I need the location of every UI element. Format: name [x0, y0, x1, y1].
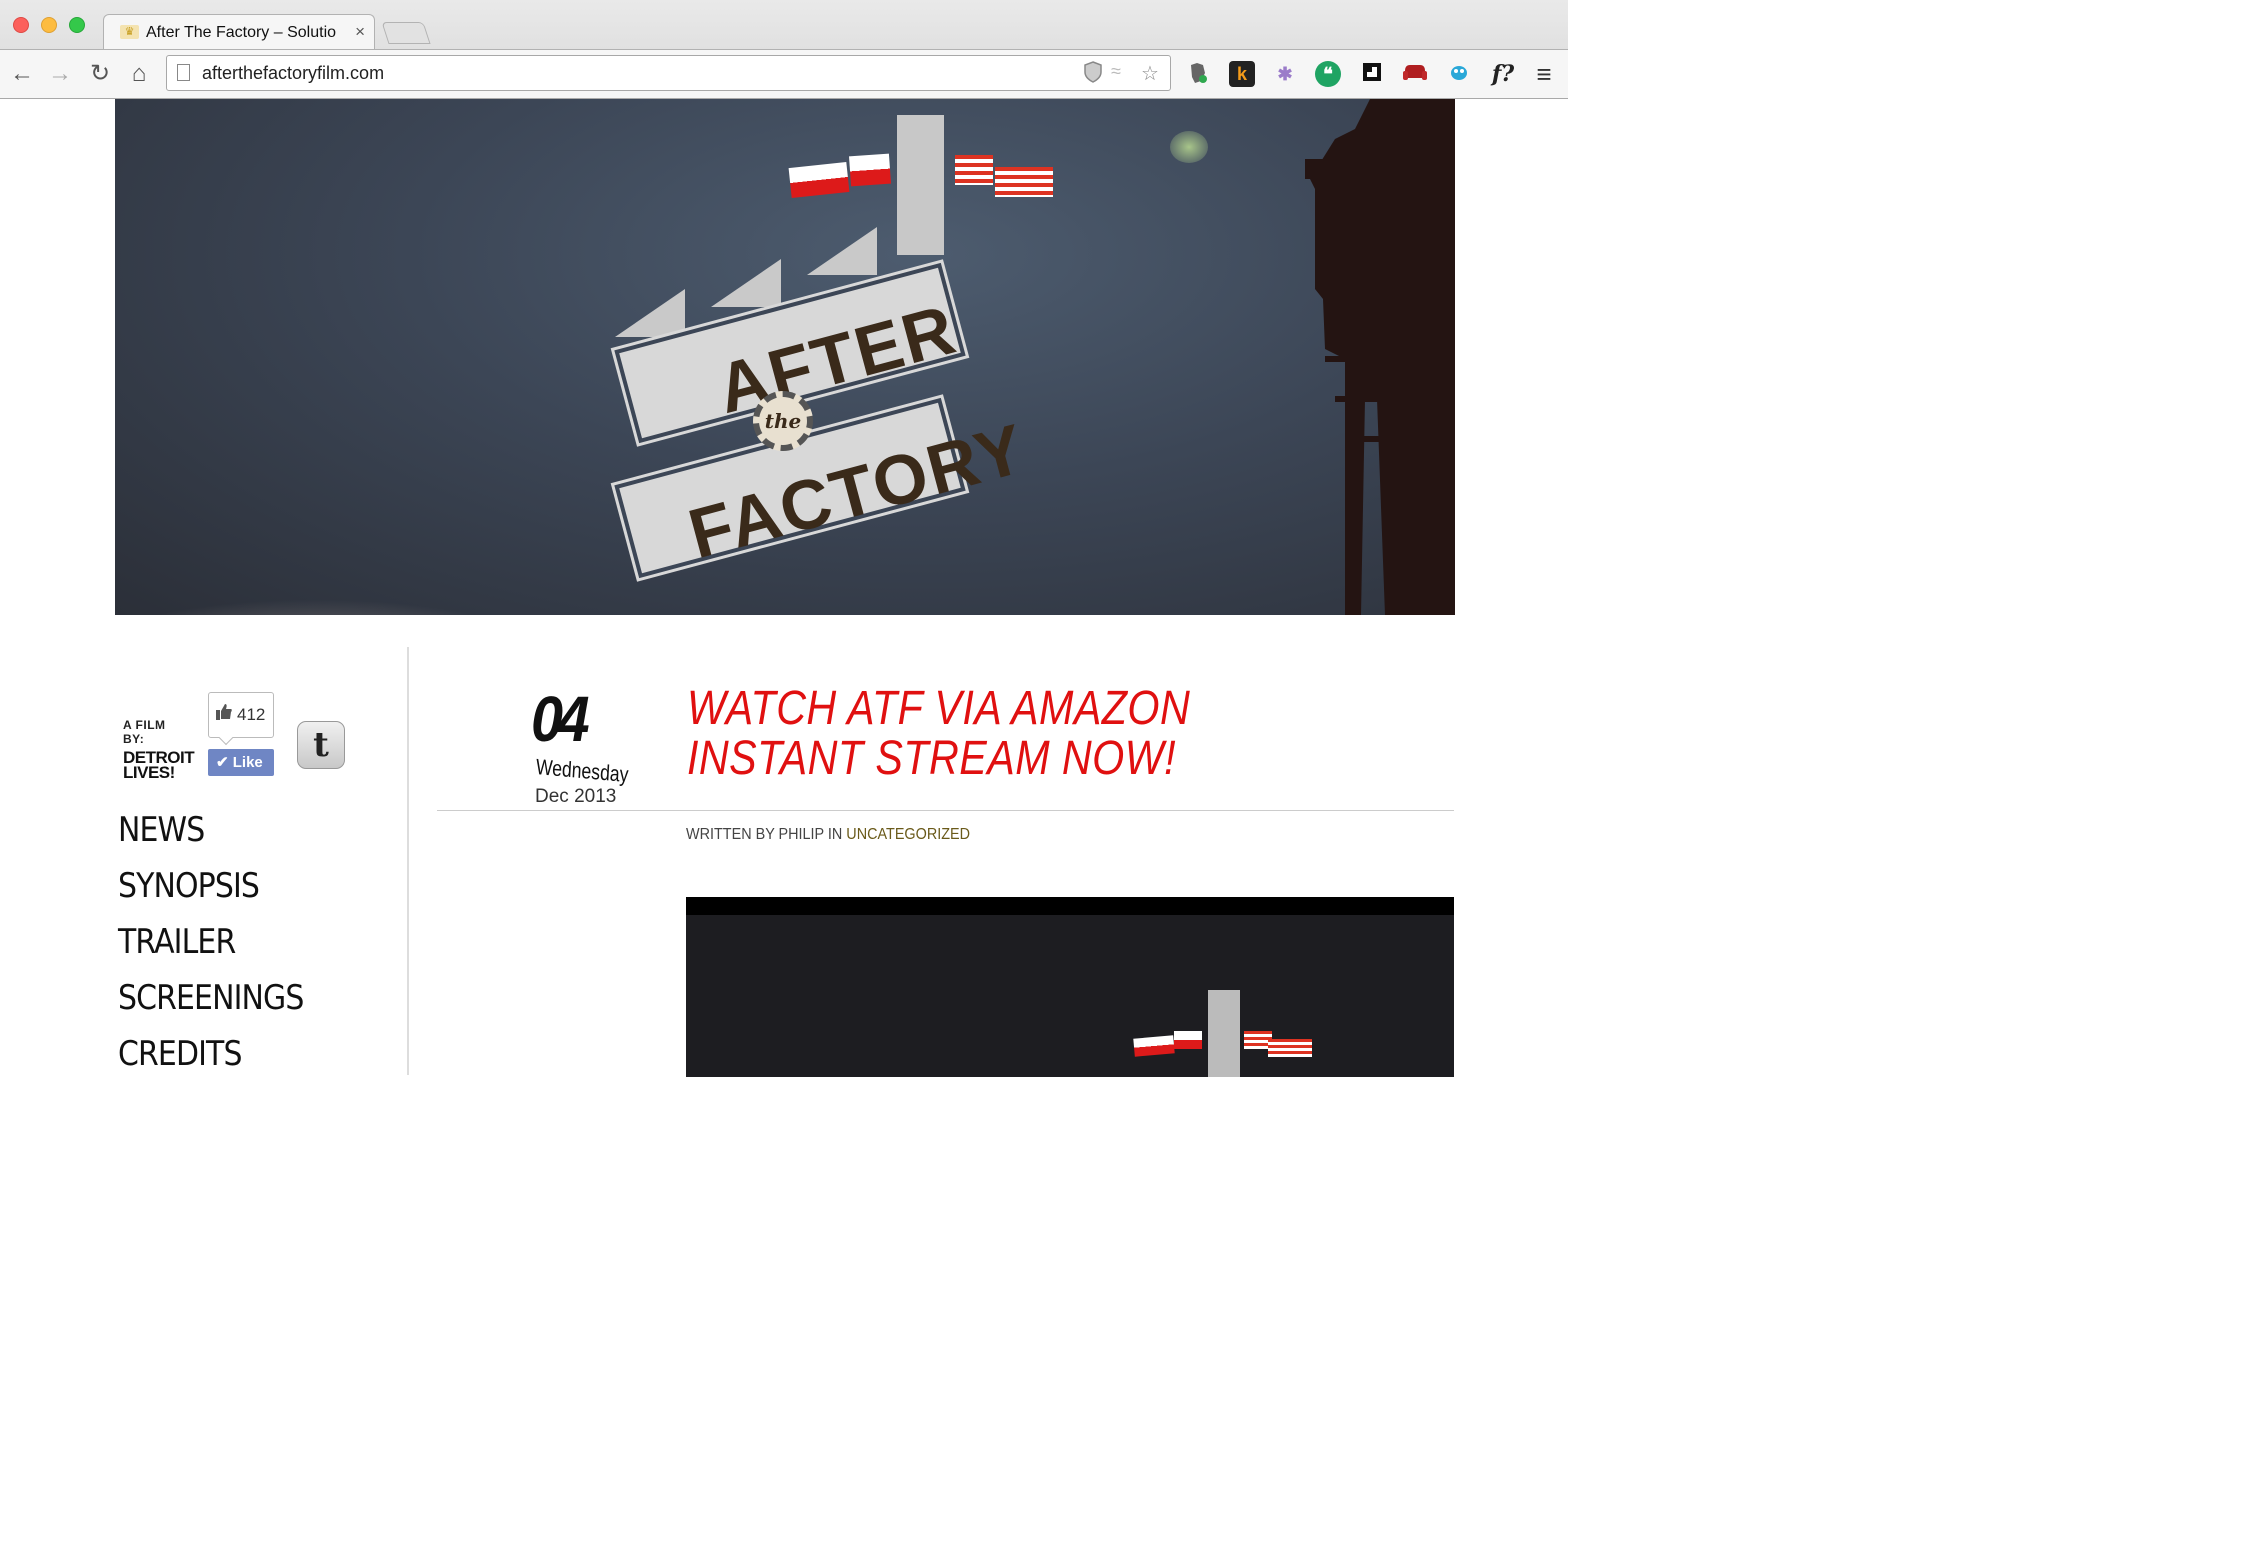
like-label: Like	[232, 754, 263, 771]
flipboard-icon[interactable]	[1359, 61, 1385, 87]
post-category-link[interactable]: UNCATEGORIZED	[846, 826, 970, 843]
facebook-like-button[interactable]: ✔ Like	[208, 749, 274, 776]
address-bar[interactable]: afterthefactoryfilm.com ≈ ☆	[166, 55, 1171, 91]
shield-icon[interactable]	[1083, 61, 1103, 89]
post-weekday: Wednesday	[535, 754, 630, 788]
us-flag	[995, 167, 1053, 197]
forward-arrow-icon[interactable]: →	[46, 61, 74, 87]
cloud-decoration	[115, 599, 575, 615]
gear-icon: the	[753, 391, 813, 451]
nav-item-screenings[interactable]: SCREENINGS	[118, 970, 304, 1026]
post-month-year: Dec 2013	[535, 786, 617, 807]
polish-flag	[1133, 1035, 1175, 1057]
like-count: 412	[237, 705, 266, 724]
facebook-like-count: 412	[208, 692, 274, 738]
tab-title: After The Factory – Solutio	[146, 24, 337, 41]
handshake-icon[interactable]: ≈	[1111, 61, 1121, 82]
thumbs-up-icon	[215, 703, 233, 726]
post-title[interactable]: WATCH ATF VIA AMAZON INSTANT STREAM NOW!	[687, 684, 1306, 784]
us-flag	[1268, 1039, 1312, 1057]
nav-item-credits[interactable]: CREDITS	[118, 1026, 303, 1082]
film-credit[interactable]: A FILM BY: DETROIT LIVES!	[123, 718, 195, 782]
light-glow	[1170, 131, 1208, 163]
new-tab-button[interactable]	[381, 22, 431, 44]
home-icon[interactable]: ⌂	[125, 61, 153, 87]
post-divider	[437, 810, 1454, 811]
factory-smokestack	[1208, 990, 1240, 1077]
video-player[interactable]	[686, 897, 1454, 1077]
factory-roof	[615, 289, 685, 337]
sidebar: A FILM BY: DETROIT LIVES! 412 ✔ Like t N…	[115, 647, 409, 1075]
site-navigation: NEWS SYNOPSIS TRAILER SCREENINGS CREDITS	[118, 802, 329, 1082]
back-arrow-icon[interactable]: ←	[8, 61, 36, 87]
close-window-button[interactable]	[13, 17, 29, 33]
water-tower-silhouette	[1305, 99, 1455, 615]
hero-banner[interactable]: AFTER the FACTORY	[115, 99, 1455, 615]
tab-close-icon[interactable]: ×	[355, 22, 365, 42]
post-author: WRITTEN BY PHILIP IN	[686, 826, 847, 843]
browser-tab[interactable]: ♛ After The Factory – Solutio ×	[103, 14, 375, 50]
font-icon[interactable]: f?	[1487, 61, 1519, 87]
factory-roof	[807, 227, 877, 275]
zoom-window-button[interactable]	[69, 17, 85, 33]
minimize-window-button[interactable]	[41, 17, 57, 33]
twitter-icon[interactable]: t	[297, 721, 345, 769]
crown-favicon-icon: ♛	[120, 25, 139, 39]
nav-item-synopsis[interactable]: SYNOPSIS	[118, 858, 303, 914]
hangouts-icon[interactable]: ❝	[1315, 61, 1341, 87]
polish-flag	[788, 162, 850, 198]
post-meta: WRITTEN BY PHILIP IN UNCATEGORIZED	[686, 826, 970, 844]
evernote-icon[interactable]	[1185, 61, 1211, 87]
menu-icon[interactable]: ≡	[1531, 61, 1557, 87]
page-icon	[177, 64, 190, 81]
url-text[interactable]: afterthefactoryfilm.com	[202, 63, 384, 84]
detroit-lives-logo: DETROIT LIVES!	[123, 748, 195, 782]
klout-icon[interactable]: k	[1229, 61, 1255, 87]
nav-item-news[interactable]: NEWS	[118, 802, 303, 858]
checkmark-icon: ✔	[216, 754, 233, 771]
nav-item-trailer[interactable]: TRAILER	[118, 914, 303, 970]
bug-icon[interactable]	[1446, 61, 1472, 87]
couch-icon[interactable]	[1402, 61, 1428, 87]
butterfly-icon[interactable]: ✱	[1272, 61, 1298, 87]
factory-roof	[711, 259, 781, 307]
credit-label: A FILM BY:	[123, 718, 166, 746]
reload-icon[interactable]: ↻	[86, 61, 114, 87]
star-icon[interactable]: ☆	[1141, 61, 1159, 86]
post-day: 04	[531, 683, 590, 755]
us-flag	[955, 155, 993, 185]
factory-smokestack	[897, 115, 944, 255]
polish-flag	[1174, 1031, 1202, 1049]
browser-chrome: ♛ After The Factory – Solutio × ← → ↻ ⌂ …	[0, 0, 1568, 99]
polish-flag	[849, 153, 891, 187]
